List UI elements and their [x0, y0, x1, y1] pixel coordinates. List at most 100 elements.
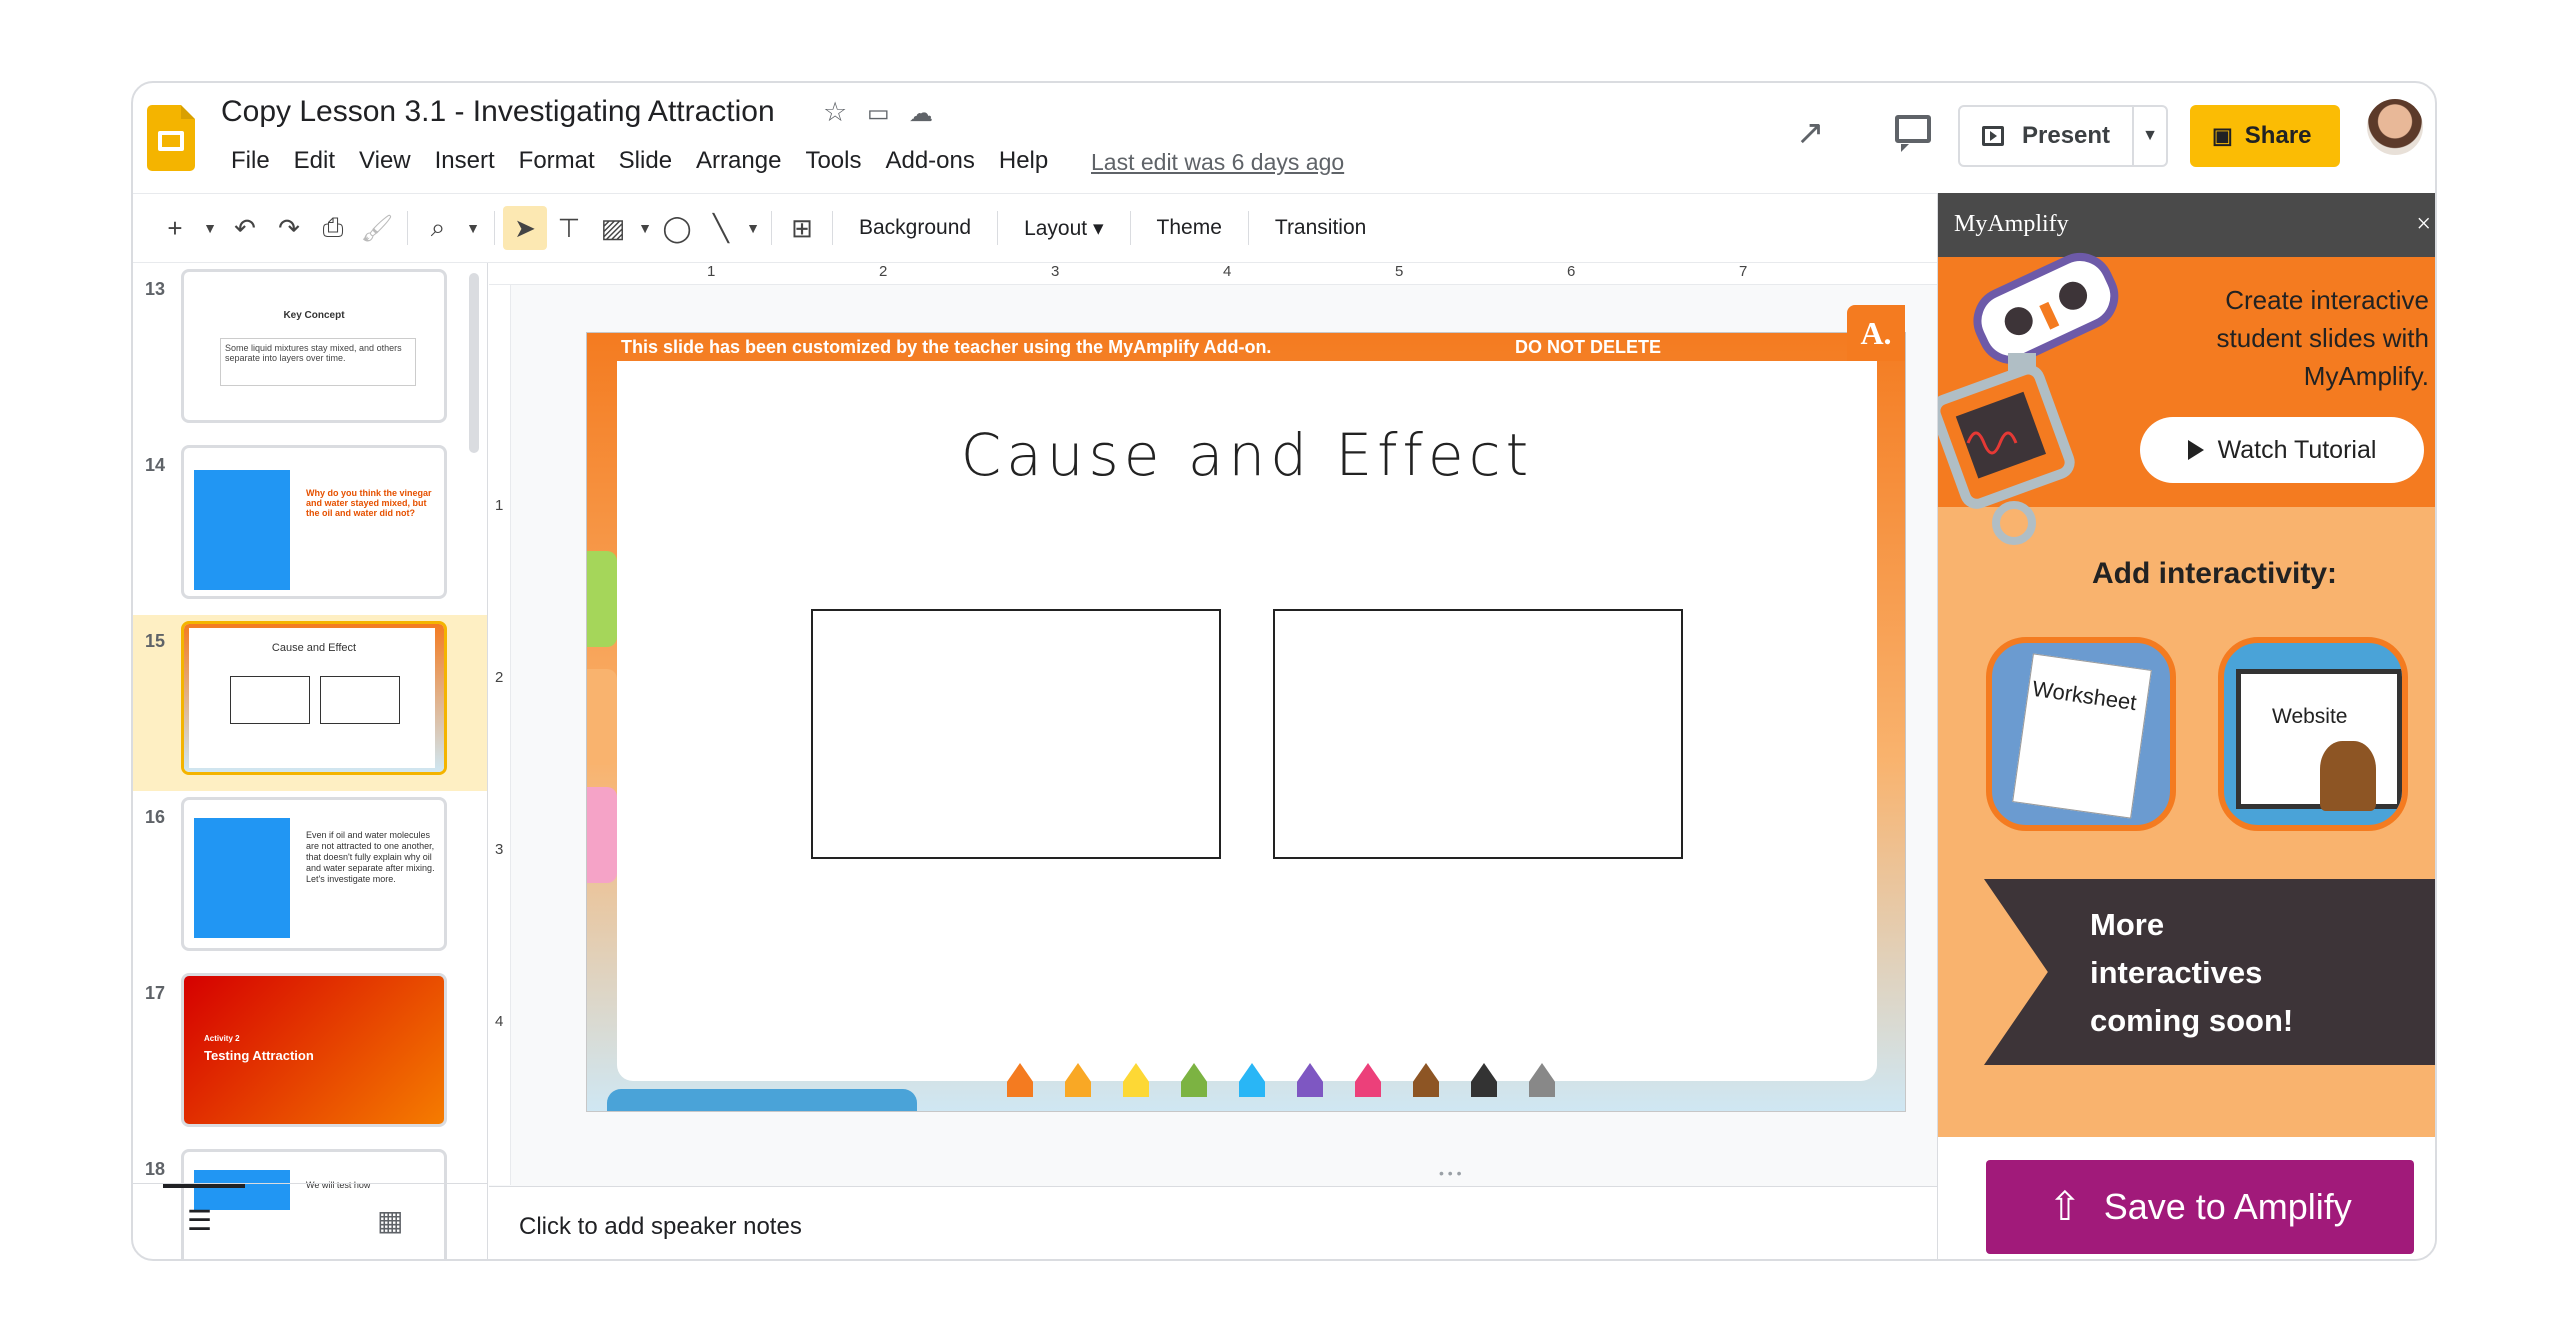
- present-button[interactable]: Present: [1958, 105, 2134, 167]
- ruler-tick: 6: [1567, 263, 1576, 280]
- share-button[interactable]: ▣ Share: [2190, 105, 2340, 167]
- cloud-status-icon[interactable]: ☁: [909, 99, 933, 128]
- thumb-image: [194, 470, 290, 590]
- filmstrip-view-icon[interactable]: ☰: [187, 1204, 212, 1237]
- select-cursor-icon[interactable]: ➤: [503, 206, 547, 250]
- watch-tutorial-button[interactable]: Watch Tutorial: [2140, 417, 2424, 483]
- menu-view[interactable]: View: [359, 147, 411, 175]
- close-icon[interactable]: ×: [2416, 209, 2431, 239]
- new-slide-icon[interactable]: +: [153, 206, 197, 250]
- menu-help[interactable]: Help: [999, 147, 1048, 175]
- slides-logo-icon[interactable]: [147, 105, 195, 171]
- present-icon: [1982, 126, 2004, 146]
- transition-button[interactable]: Transition: [1257, 216, 1384, 240]
- ruler-tick: 3: [495, 841, 504, 858]
- menu-addons[interactable]: Add-ons: [885, 147, 974, 175]
- undo-icon[interactable]: ↶: [223, 206, 267, 250]
- browser-window-icon: [2236, 669, 2402, 809]
- redo-icon[interactable]: ↷: [267, 206, 311, 250]
- add-comment-icon[interactable]: ⊞: [780, 206, 824, 250]
- crayon-icon: [1413, 1063, 1439, 1097]
- filmstrip-slide-13[interactable]: 13 Key Concept Some liquid mixtures stay…: [133, 263, 487, 439]
- save-to-amplify-button[interactable]: ⇧ Save to Amplify: [1986, 1160, 2414, 1254]
- background-button[interactable]: Background: [841, 216, 989, 240]
- theme-button[interactable]: Theme: [1139, 216, 1240, 240]
- paint-format-icon[interactable]: 🖌: [355, 206, 399, 250]
- slide-number: 13: [145, 279, 166, 299]
- app-window: Copy Lesson 3.1 - Investigating Attracti…: [131, 81, 2437, 1261]
- crayon-icon: [1297, 1063, 1323, 1097]
- menu-insert[interactable]: Insert: [435, 147, 495, 175]
- do-not-delete-label: DO NOT DELETE: [1515, 337, 1662, 357]
- zoom-dropdown-icon[interactable]: ▼: [460, 206, 486, 250]
- coming-soon-text: More interactives coming soon!: [2090, 907, 2294, 1038]
- slide-number: 17: [145, 983, 166, 1003]
- speaker-notes-placeholder: Click to add speaker notes: [519, 1213, 802, 1240]
- ruler-tick: 5: [1395, 263, 1404, 280]
- thumb-body: Some liquid mixtures stay mixed, and oth…: [220, 338, 416, 386]
- present-dropdown[interactable]: ▼: [2132, 105, 2168, 167]
- filmstrip-slide-16[interactable]: 16 Even if oil and water molecules are n…: [133, 791, 487, 967]
- filmstrip-slide-15[interactable]: 15 Cause and Effect: [133, 615, 487, 791]
- line-icon[interactable]: ╲: [699, 206, 743, 250]
- lock-icon: ▣: [2212, 123, 2233, 148]
- filmstrip-slide-17[interactable]: 17 Activity 2 Testing Attraction: [133, 967, 487, 1143]
- slide-title[interactable]: Cause and Effect: [617, 421, 1877, 489]
- menu-format[interactable]: Format: [519, 147, 595, 175]
- filmstrip-scrollbar[interactable]: [469, 273, 479, 453]
- thumb-body: Why do you think the vinegar and water s…: [306, 488, 432, 518]
- bear-icon: [2320, 741, 2376, 811]
- move-folder-icon[interactable]: ▭: [867, 99, 890, 128]
- shape-icon[interactable]: ◯: [655, 206, 699, 250]
- slide-number: 15: [145, 631, 166, 651]
- promo-text: Create interactive student slides with M…: [2216, 285, 2429, 391]
- ruler-tick: 2: [879, 263, 888, 280]
- ruler-tick: 7: [1739, 263, 1748, 280]
- robot-mascot-icon: [1938, 253, 2119, 545]
- star-icon[interactable]: ☆: [823, 97, 847, 128]
- slide-number: 18: [145, 1159, 166, 1179]
- slide-thumbnail: Activity 2 Testing Attraction: [181, 973, 447, 1127]
- thumb-body: Even if oil and water molecules are not …: [306, 830, 435, 884]
- website-card[interactable]: Website: [2218, 637, 2408, 831]
- effect-box[interactable]: [1273, 609, 1683, 859]
- resize-handle-icon[interactable]: • • •: [1439, 1165, 1461, 1181]
- print-icon[interactable]: ⎙: [311, 206, 355, 250]
- new-slide-dropdown-icon[interactable]: ▼: [197, 206, 223, 250]
- image-dropdown-icon[interactable]: ▼: [635, 206, 655, 250]
- layout-button[interactable]: Layout ▾: [1006, 216, 1121, 241]
- avatar[interactable]: [2367, 99, 2423, 155]
- ruler-tick: 1: [707, 263, 716, 280]
- grid-view-icon[interactable]: ▦: [377, 1204, 403, 1237]
- activity-dashboard-icon[interactable]: ↗: [1796, 113, 1825, 153]
- ruler-tick: 2: [495, 669, 504, 686]
- crayon-icon: [1355, 1063, 1381, 1097]
- menu-arrange[interactable]: Arrange: [696, 147, 781, 175]
- zoom-icon[interactable]: ⌕: [416, 206, 460, 250]
- menu-tools[interactable]: Tools: [805, 147, 861, 175]
- last-edit-link[interactable]: Last edit was 6 days ago: [1091, 149, 1344, 176]
- line-dropdown-icon[interactable]: ▼: [743, 206, 763, 250]
- filmstrip: 13 Key Concept Some liquid mixtures stay…: [133, 263, 488, 1259]
- speaker-notes[interactable]: Click to add speaker notes: [489, 1186, 1937, 1259]
- image-icon[interactable]: ▨: [591, 206, 635, 250]
- customized-banner: This slide has been customized by the te…: [621, 337, 1272, 357]
- worksheet-card[interactable]: Worksheet: [1986, 637, 2176, 831]
- filmstrip-slide-14[interactable]: 14 Why do you think the vinegar and wate…: [133, 439, 487, 615]
- slide-number: 16: [145, 807, 166, 827]
- cause-box[interactable]: [811, 609, 1221, 859]
- ruler-tick: 4: [495, 1013, 504, 1030]
- coming-soon-ribbon: More interactives coming soon!: [1984, 879, 2435, 1065]
- play-icon: [2187, 440, 2204, 460]
- text-box-icon[interactable]: ⊤: [547, 206, 591, 250]
- menu-bar: File Edit View Insert Format Slide Arran…: [231, 147, 1048, 175]
- crayon-icon: [1123, 1063, 1149, 1097]
- menu-slide[interactable]: Slide: [619, 147, 672, 175]
- menu-file[interactable]: File: [231, 147, 270, 175]
- crayon-row: [1007, 1063, 1555, 1097]
- side-tab-orange: [587, 669, 617, 765]
- comment-history-icon[interactable]: [1895, 115, 1931, 152]
- document-title[interactable]: Copy Lesson 3.1 - Investigating Attracti…: [221, 95, 775, 129]
- menu-edit[interactable]: Edit: [294, 147, 335, 175]
- slide-canvas[interactable]: This slide has been customized by the te…: [586, 305, 1906, 1112]
